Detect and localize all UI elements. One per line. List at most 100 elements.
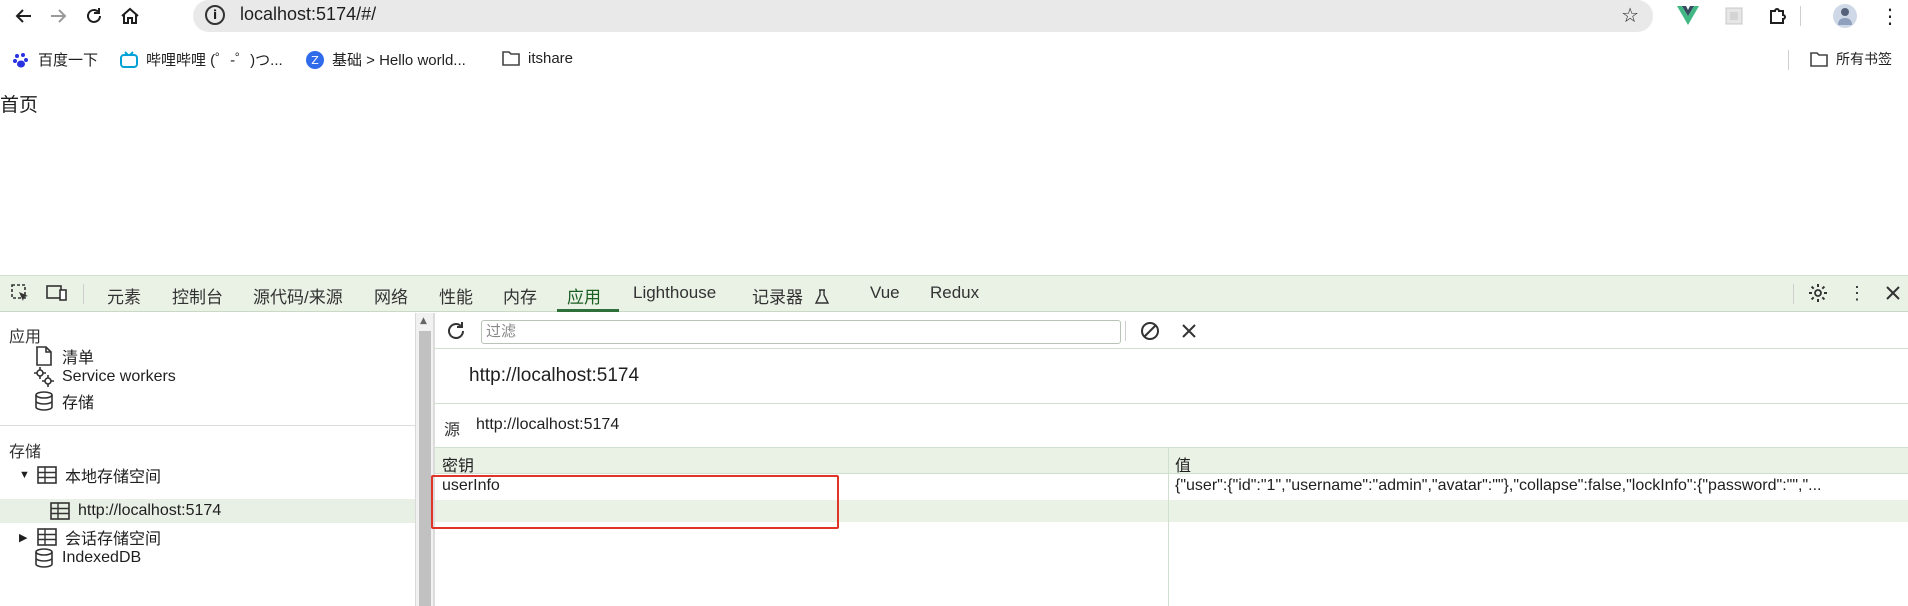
origin-label: 源 — [444, 422, 461, 439]
experiment-flask-icon — [814, 289, 829, 304]
toolbar-divider — [1800, 6, 1801, 26]
tab-divider — [83, 284, 84, 304]
tab-performance[interactable]: 性能 — [439, 283, 473, 308]
inspect-element-icon[interactable] — [9, 282, 31, 304]
expand-right-icon[interactable]: ▶ — [19, 531, 29, 544]
table-grid-icon — [37, 465, 57, 485]
table-grid-icon — [37, 527, 57, 547]
expand-down-icon[interactable]: ▼ — [19, 469, 30, 481]
origin-value: http://localhost:5174 — [476, 416, 620, 433]
toolbar-divider — [1125, 321, 1126, 341]
tab-memory[interactable]: 内存 — [503, 283, 537, 308]
bookmark-label: 基础 > Hello world... — [332, 52, 466, 69]
all-bookmarks-label: 所有书签 — [1836, 51, 1892, 67]
document-icon — [34, 346, 54, 366]
bilibili-icon — [120, 50, 138, 68]
storage-view: 过滤 http://localhost:5174 源 http://localh… — [435, 313, 1908, 606]
annotation-highlight-box — [431, 475, 839, 529]
sidebar-item-label: 存储 — [62, 395, 95, 412]
tab-redux[interactable]: Redux — [930, 283, 979, 303]
devtools-tab-bar: 元素 控制台 源代码/来源 网络 性能 内存 应用 Lighthouse 记录器… — [0, 276, 1908, 312]
sidebar-item-local-storage[interactable]: ▼ 本地存储空间 — [19, 463, 161, 487]
column-header-value[interactable]: 值 — [1175, 452, 1191, 476]
sidebar-section-storage: 存储 — [9, 444, 42, 461]
refresh-icon[interactable] — [445, 320, 467, 342]
reload-icon — [87, 8, 101, 23]
active-tab-indicator — [557, 309, 619, 312]
scrollbar-thumb[interactable] — [419, 331, 431, 606]
home-button[interactable] — [116, 2, 144, 30]
bookmark-bilibili[interactable]: 哔哩哔哩 (゜-゜)つ... — [120, 49, 283, 70]
forward-button[interactable] — [44, 2, 72, 30]
site-info-icon[interactable]: i — [205, 5, 225, 25]
page-title: 首页 — [0, 95, 39, 116]
tab-vue[interactable]: Vue — [870, 283, 900, 303]
bookmark-hello-world[interactable]: Z 基础 > Hello world... — [306, 49, 466, 70]
tab-network[interactable]: 网络 — [374, 283, 408, 308]
extension-icon[interactable] — [1722, 4, 1746, 28]
arrow-right-icon — [51, 9, 67, 23]
reload-button[interactable] — [80, 2, 108, 30]
folder-icon — [502, 51, 520, 66]
tab-lighthouse[interactable]: Lighthouse — [633, 283, 716, 303]
sidebar-divider — [0, 425, 415, 426]
delete-selected-icon[interactable] — [1178, 320, 1200, 342]
column-divider[interactable] — [1168, 448, 1169, 606]
tab-divider — [1793, 284, 1794, 304]
all-bookmarks[interactable]: 所有书签 — [1810, 49, 1892, 69]
svg-text:Z: Z — [311, 54, 319, 67]
sidebar-item-indexeddb[interactable]: IndexedDB — [34, 548, 141, 568]
bookmark-itshare[interactable]: itshare — [502, 49, 573, 67]
sidebar-item-label: http://localhost:5174 — [78, 502, 222, 519]
close-devtools-icon[interactable] — [1882, 282, 1904, 304]
extensions-puzzle-icon[interactable] — [1766, 4, 1790, 28]
origin-title: http://localhost:5174 — [469, 365, 640, 386]
baidu-paw-icon — [13, 52, 28, 67]
filter-input[interactable]: 过滤 — [481, 320, 1121, 344]
clear-all-icon[interactable] — [1139, 320, 1161, 342]
scroll-up-arrow-icon[interactable]: ▲ — [420, 316, 427, 326]
origin-row: 源 http://localhost:5174 — [435, 403, 1908, 448]
sidebar-scrollbar[interactable]: ▲ — [415, 313, 433, 606]
bookmark-star-icon[interactable]: ☆ — [1621, 3, 1639, 27]
bookmark-baidu[interactable]: 百度一下 — [12, 49, 98, 70]
sidebar-item-label: 会话存储空间 — [65, 531, 162, 548]
storage-toolbar: 过滤 — [435, 313, 1908, 349]
sidebar-item-label: Service workers — [62, 368, 176, 385]
sidebar-item-service-workers[interactable]: Service workers — [34, 367, 176, 387]
settings-gear-icon[interactable] — [1807, 282, 1829, 304]
browser-toolbar: i localhost:5174/#/ ☆ ⋮ — [0, 0, 1908, 34]
sidebar-item-label: 清单 — [62, 350, 95, 367]
address-url[interactable]: localhost:5174/#/ — [240, 4, 376, 25]
bookmarks-bar: 百度一下 哔哩哔哩 (゜-゜)つ... Z 基础 > Hello world..… — [0, 46, 1908, 76]
sidebar-item-local-origin[interactable]: http://localhost:5174 — [50, 501, 221, 521]
row-value[interactable]: {"user":{"id":"1","username":"admin","av… — [1175, 477, 1905, 495]
profile-avatar[interactable] — [1833, 4, 1857, 28]
browser-menu-icon[interactable]: ⋮ — [1878, 4, 1902, 28]
back-button[interactable] — [10, 2, 38, 30]
tab-sources[interactable]: 源代码/来源 — [253, 283, 343, 308]
sidebar-item-session-storage[interactable]: ▶ 会话存储空间 — [19, 525, 161, 549]
database-icon — [34, 391, 54, 411]
tab-application[interactable]: 应用 — [567, 283, 601, 308]
home-icon — [121, 7, 139, 24]
sidebar-item-manifest[interactable]: 清单 — [34, 344, 94, 368]
database-icon — [34, 548, 54, 568]
sidebar-item-label: 本地存储空间 — [65, 469, 162, 486]
bookmark-label: itshare — [528, 49, 574, 67]
tab-elements[interactable]: 元素 — [107, 283, 141, 308]
tab-console[interactable]: 控制台 — [172, 283, 223, 308]
application-sidebar: 应用 清单 Service workers 存储 存储 ▼ 本地存储空间 htt… — [0, 313, 415, 606]
tab-recorder[interactable]: 记录器 — [752, 283, 830, 308]
devtools-panel: 元素 控制台 源代码/来源 网络 性能 内存 应用 Lighthouse 记录器… — [0, 275, 1908, 606]
table-grid-icon — [50, 501, 70, 521]
tab-recorder-label: 记录器 — [752, 288, 803, 307]
address-bar[interactable]: i localhost:5174/#/ ☆ — [193, 0, 1653, 32]
arrow-left-icon — [15, 9, 31, 23]
site-z-icon: Z — [306, 50, 324, 69]
sidebar-item-storage[interactable]: 存储 — [34, 389, 94, 413]
column-header-key[interactable]: 密钥 — [442, 452, 474, 476]
more-options-icon[interactable]: ⋮ — [1846, 282, 1868, 304]
device-toolbar-icon[interactable] — [46, 282, 68, 304]
vue-devtools-icon[interactable] — [1676, 4, 1700, 28]
